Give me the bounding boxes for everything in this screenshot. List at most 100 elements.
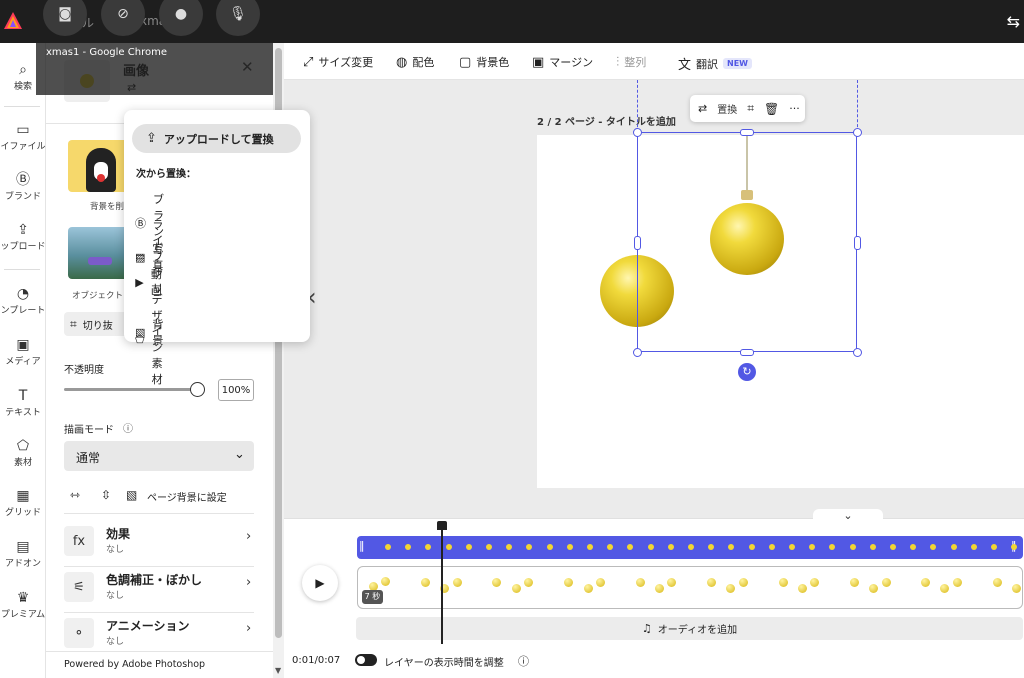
- crop-icon[interactable]: ⌗: [747, 101, 754, 116]
- resize-handle[interactable]: [634, 236, 641, 250]
- replace-button[interactable]: 置換: [717, 101, 737, 116]
- opacity-slider-track[interactable]: [64, 388, 198, 391]
- layer-duration-label: レイヤーの表示時間を調整: [384, 658, 504, 669]
- nav-item-label: アドオン: [4, 559, 41, 569]
- animation-icon[interactable]: ⚬: [64, 618, 94, 648]
- nav-item-10[interactable]: ♛ プレミアム: [0, 589, 46, 620]
- track-frame-dot: [566, 544, 573, 550]
- nav-item-4[interactable]: ◔ ンプレート: [0, 285, 46, 316]
- chevron-right-icon[interactable]: ›: [246, 575, 251, 590]
- microphone-icon[interactable]: 🎙: [216, 0, 260, 36]
- translate-icon: 文: [678, 58, 692, 73]
- photo-icon: ▨: [135, 250, 146, 264]
- more-icon[interactable]: ···: [789, 102, 800, 115]
- replace-icon[interactable]: ⇄: [698, 102, 707, 115]
- background-icon[interactable]: ▧: [126, 488, 137, 502]
- effect-title[interactable]: 効果: [106, 525, 130, 542]
- chevron-right-icon[interactable]: ›: [246, 621, 251, 636]
- nav-item-6[interactable]: T テキスト: [0, 387, 46, 418]
- track-frame-dot: [465, 544, 472, 550]
- nav-item-5[interactable]: ▣ メディア: [0, 336, 46, 367]
- layer-ornament-dot: [940, 584, 949, 593]
- info-icon[interactable]: ⓘ: [123, 420, 133, 435]
- toolbar-palette[interactable]: ◍ 配色: [396, 54, 434, 70]
- resize-handle[interactable]: [633, 348, 642, 357]
- nav-item-3[interactable]: ⇪ ップロード: [0, 221, 46, 252]
- nav-item-label: プレミアム: [0, 610, 46, 620]
- layer-ornament-dot: [636, 578, 645, 587]
- nav-item-2[interactable]: Ⓑ ブランド: [0, 171, 46, 202]
- record-icon[interactable]: ●: [159, 0, 203, 36]
- nav-item-8[interactable]: ▦ グリッド: [0, 487, 46, 518]
- flip-vertical-icon[interactable]: ⇳: [101, 488, 111, 502]
- track-frame-dot: [667, 544, 674, 550]
- effect-title[interactable]: アニメーション: [106, 617, 190, 634]
- resize-icon: ⤢: [303, 54, 314, 70]
- new-badge: NEW: [723, 58, 752, 69]
- upload-replace-button[interactable]: ⇪ アップロードして置換: [132, 124, 301, 153]
- chevron-right-icon[interactable]: ›: [246, 529, 251, 544]
- nav-item-9[interactable]: ▤ アドオン: [0, 538, 46, 569]
- flip-horizontal-icon[interactable]: ⇿: [70, 488, 80, 502]
- folder-icon: ▭: [16, 122, 30, 138]
- track-frame-dot: [688, 544, 694, 550]
- resize-handle[interactable]: [853, 128, 862, 137]
- powered-by-text: Powered by Adobe Photoshop: [64, 659, 206, 670]
- premium-icon: ♛: [16, 590, 30, 606]
- playhead-knob[interactable]: [437, 521, 447, 530]
- toolbar-margin[interactable]: ▣ マージン: [532, 54, 593, 70]
- collapse-timeline-chevron-icon[interactable]: ⌄: [813, 509, 883, 527]
- resize-handle[interactable]: [740, 129, 754, 136]
- play-icon[interactable]: ▶: [302, 565, 338, 601]
- remove-bg-caption: 背景を削: [90, 202, 125, 212]
- palette-icon: ◍: [396, 54, 408, 70]
- resize-handle[interactable]: [854, 236, 861, 250]
- object-caption: オブジェクト: [72, 291, 124, 301]
- adobe-express-logo[interactable]: [3, 11, 23, 31]
- layer-duration-toggle[interactable]: [355, 654, 377, 666]
- track-frame-dot: [445, 544, 452, 550]
- layer-ornament-dot: [882, 578, 891, 587]
- adjust-icon[interactable]: ⚟: [64, 572, 94, 602]
- remove-bg-thumbnail[interactable]: [68, 140, 128, 192]
- toolbar-bg-color[interactable]: ▢ 背景色: [459, 54, 509, 70]
- playhead[interactable]: [441, 524, 443, 644]
- layer-ornament-dot: [381, 577, 390, 586]
- add-audio-button[interactable]: ♫ オーディオを追加: [356, 617, 1023, 640]
- scroll-down-arrow[interactable]: ▼: [275, 666, 281, 675]
- page-title-label[interactable]: 2 / 2 ページ - タイトルを追加: [537, 113, 676, 128]
- time-display: 0:01/0:07: [292, 655, 341, 666]
- layer-ornament-dot: [655, 584, 664, 593]
- track-frame-dot: [890, 544, 896, 550]
- track-handle-left[interactable]: ‖: [359, 539, 365, 552]
- nav-item-1[interactable]: ▭ イファイル: [0, 121, 46, 152]
- nav-item-7[interactable]: ⬠ 素材: [0, 437, 46, 468]
- opacity-slider-handle[interactable]: [190, 382, 205, 397]
- toolbar-translate[interactable]: 文翻訳 NEW: [678, 54, 752, 73]
- trash-icon[interactable]: 🗑: [764, 102, 779, 116]
- toolbar-resize[interactable]: ⤢ サイズ変更: [303, 54, 373, 70]
- resize-handle[interactable]: [853, 348, 862, 357]
- rotate-icon[interactable]: ↻: [738, 363, 756, 381]
- camera-off-icon[interactable]: ⊘: [101, 0, 145, 36]
- opacity-input[interactable]: 100%: [218, 379, 254, 401]
- share-icon[interactable]: ⇆: [1007, 12, 1020, 31]
- set-page-background-button[interactable]: ページ背景に設定: [147, 489, 227, 504]
- guide-line: [637, 80, 638, 132]
- fx-icon[interactable]: fx: [64, 526, 94, 556]
- effect-title[interactable]: 色調補正・ぼかし: [106, 571, 202, 588]
- toolbar-align[interactable]: ⫶ 整列: [616, 54, 646, 70]
- resize-handle[interactable]: [633, 128, 642, 137]
- upload-replace-label: アップロードして置換: [163, 132, 274, 146]
- layer-track[interactable]: [357, 566, 1023, 609]
- layer-ornament-dot: [869, 584, 878, 593]
- selection-box[interactable]: [637, 132, 857, 352]
- info-icon[interactable]: ⓘ: [518, 653, 529, 669]
- resize-handle[interactable]: [740, 349, 754, 356]
- divider: [64, 566, 254, 567]
- blend-mode-select[interactable]: 通常 ⌄: [64, 441, 254, 471]
- replace-from-background[interactable]: ▧ 背景: [135, 316, 166, 348]
- dog-image-tongue: [97, 174, 105, 182]
- toolbar-label: マージン: [549, 56, 594, 69]
- object-thumbnail[interactable]: [68, 227, 128, 279]
